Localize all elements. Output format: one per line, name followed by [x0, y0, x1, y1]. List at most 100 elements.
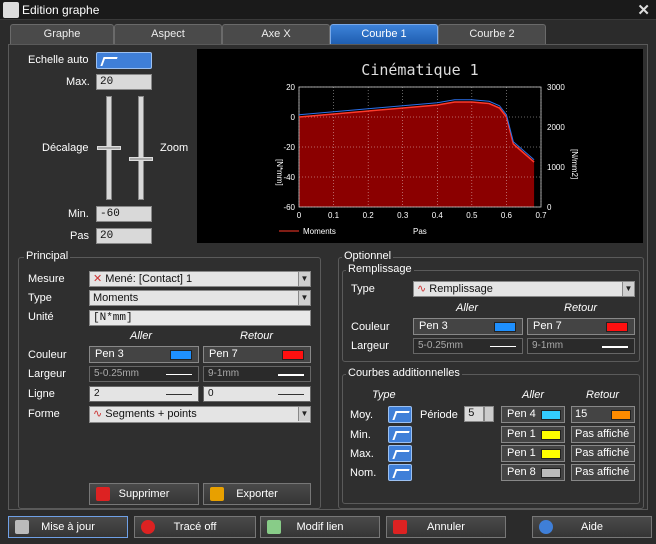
- line-preview: [278, 374, 304, 376]
- line-preview: [602, 346, 628, 348]
- curve-retour-button[interactable]: 15: [571, 406, 635, 423]
- curve-row-label: Nom.: [350, 467, 377, 479]
- modif-lien-button[interactable]: Modif lien: [260, 516, 380, 538]
- curve-row-label: Min.: [350, 429, 371, 441]
- fill-couleur-label: Couleur: [351, 321, 390, 333]
- y2-axis-label: [N/mm2]: [570, 149, 579, 179]
- color-swatch: [494, 322, 516, 332]
- offset-slider-thumb[interactable]: [97, 146, 121, 150]
- max-input[interactable]: 20: [96, 74, 152, 90]
- unite-input[interactable]: [N*mm]: [89, 310, 311, 326]
- curve-retour-button[interactable]: Pas affiché: [571, 464, 635, 481]
- curve-retour-button[interactable]: Pas affiché: [571, 445, 635, 462]
- fill-type-select[interactable]: ∿ Remplissage ▼: [413, 281, 635, 297]
- line-preview: [490, 346, 516, 347]
- min-input[interactable]: -60: [96, 206, 152, 222]
- optionnel-title: Optionnel: [342, 250, 394, 262]
- x-tick-label: 0.1: [328, 211, 340, 220]
- curve-retour-button[interactable]: Pas affiché: [571, 426, 635, 443]
- periode-label: Période: [420, 409, 458, 421]
- pen-aller-button[interactable]: Pen 3: [89, 346, 199, 363]
- fill-type-label: Type: [351, 283, 375, 295]
- tab-aspect[interactable]: Aspect: [114, 24, 222, 44]
- aide-button[interactable]: Aide: [532, 516, 652, 538]
- zoom-slider-thumb[interactable]: [129, 157, 153, 161]
- curve-type-button[interactable]: [388, 445, 412, 462]
- mise-a-jour-button[interactable]: Mise à jour: [8, 516, 128, 538]
- curve-aller-label: Pen 8: [507, 466, 536, 478]
- curve-aller-button[interactable]: Pen 1: [501, 426, 565, 443]
- curve-type-button[interactable]: [388, 406, 412, 423]
- largeur-label: Largeur: [28, 368, 66, 380]
- exporter-button[interactable]: Exporter: [203, 483, 311, 505]
- curve-type-button[interactable]: [388, 426, 412, 443]
- zoom-slider[interactable]: [138, 96, 144, 200]
- curve-type-button[interactable]: [388, 464, 412, 481]
- x-tick-label: 0.3: [397, 211, 409, 220]
- curve-row-label: Max.: [350, 448, 374, 460]
- pen-aller-label: Pen 3: [95, 348, 124, 360]
- fill-largeur-aller-select[interactable]: 5-0.25mm: [413, 338, 523, 354]
- legend-moments: Moments: [303, 227, 336, 236]
- close-icon[interactable]: ✕: [637, 1, 650, 19]
- pen-retour-button[interactable]: Pen 7: [203, 346, 311, 363]
- y2-tick-label: 1000: [547, 163, 565, 172]
- tab-courbe-1[interactable]: Courbe 1: [330, 24, 438, 44]
- step-label: Pas: [70, 230, 89, 242]
- chart-title: Cinématique 1: [361, 61, 478, 79]
- mise-a-jour-label: Mise à jour: [41, 521, 95, 533]
- y-tick-label: -20: [283, 143, 295, 152]
- largeur-retour-select[interactable]: 9-1mm: [203, 366, 311, 382]
- mesure-label: Mesure: [28, 273, 65, 285]
- export-icon: [210, 487, 224, 501]
- step-input[interactable]: 20: [96, 228, 152, 244]
- curve-aller-button[interactable]: Pen 1: [501, 445, 565, 462]
- largeur-aller-value: 5-0.25mm: [94, 368, 140, 379]
- fill-largeur-aller-value: 5-0.25mm: [418, 340, 464, 351]
- line-preview: [166, 374, 192, 375]
- line-preview: [278, 394, 304, 395]
- courbes-retour-header: Retour: [586, 389, 620, 401]
- x-axis-label: Pas: [413, 227, 427, 236]
- fill-retour-header: Retour: [564, 302, 598, 314]
- periode-stepper[interactable]: [484, 406, 494, 422]
- y-tick-label: 0: [291, 113, 296, 122]
- pen-retour-label: Pen 7: [209, 348, 238, 360]
- color-swatch: [541, 410, 561, 420]
- curve-retour-label: 15: [575, 408, 588, 420]
- forme-select[interactable]: ∿ Segments + points ▼: [89, 406, 311, 423]
- largeur-aller-select[interactable]: 5-0.25mm: [89, 366, 199, 382]
- curve-aller-label: Pen 1: [507, 428, 536, 440]
- line-preview: [166, 394, 192, 395]
- color-swatch: [170, 350, 192, 360]
- unite-label: Unité: [28, 311, 54, 323]
- periode-input[interactable]: 5: [464, 406, 484, 422]
- delete-icon: [96, 487, 110, 501]
- trace-off-button[interactable]: Tracé off: [134, 516, 256, 538]
- fill-pen-retour-button[interactable]: Pen 7: [527, 318, 635, 335]
- couleur-label: Couleur: [28, 349, 67, 361]
- chevron-down-icon: ▼: [622, 282, 634, 296]
- x-tick-label: 0.2: [363, 211, 375, 220]
- exporter-label: Exporter: [236, 488, 278, 500]
- ligne-aller-select[interactable]: 2: [89, 386, 199, 402]
- curve-aller-button[interactable]: Pen 8: [501, 464, 565, 481]
- tab-axe-x[interactable]: Axe X: [222, 24, 330, 44]
- annuler-button[interactable]: Annuler: [386, 516, 506, 538]
- mesure-select[interactable]: ✕ Mené: [Contact] 1 ▼: [89, 271, 311, 287]
- trace-off-label: Tracé off: [173, 521, 217, 533]
- type-header: Type: [372, 389, 396, 401]
- max-label: Max.: [66, 76, 90, 88]
- curve-aller-button[interactable]: Pen 4: [501, 406, 565, 423]
- color-swatch: [541, 468, 561, 478]
- tab-graphe[interactable]: Graphe: [10, 24, 114, 44]
- fill-type-value: Remplissage: [429, 283, 493, 295]
- fill-pen-aller-button[interactable]: Pen 3: [413, 318, 523, 335]
- tab-courbe-2[interactable]: Courbe 2: [438, 24, 546, 44]
- type-select[interactable]: Moments ▼: [89, 290, 311, 306]
- window-title: Edition graphe: [22, 3, 100, 17]
- fill-largeur-retour-select[interactable]: 9-1mm: [527, 338, 635, 354]
- supprimer-button[interactable]: Supprimer: [89, 483, 199, 505]
- echelle-auto-button[interactable]: [96, 52, 152, 69]
- ligne-retour-select[interactable]: 0: [203, 386, 311, 402]
